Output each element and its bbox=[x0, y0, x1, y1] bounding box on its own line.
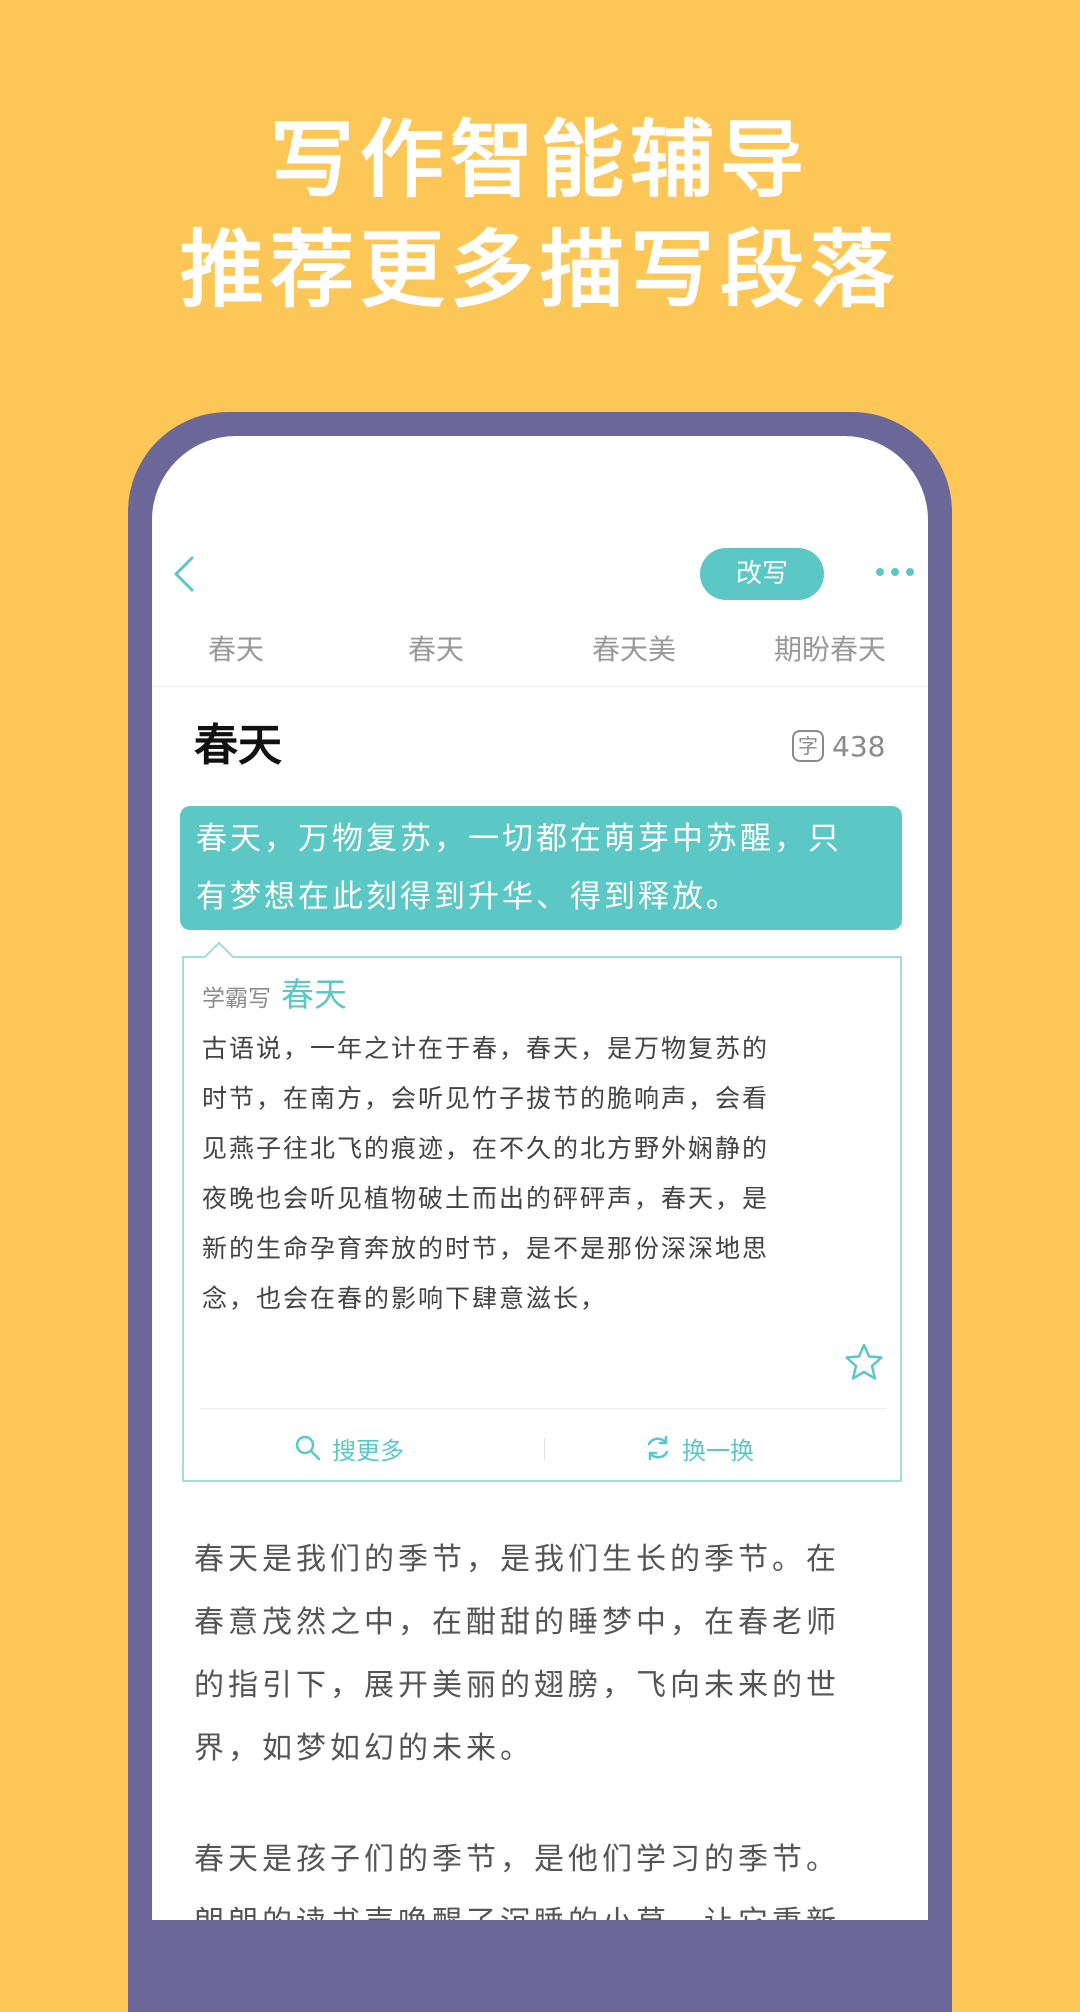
swap-button[interactable]: 换一换 bbox=[644, 1428, 754, 1468]
related-tabs: 春天 春天 春天美 期盼春天 bbox=[152, 628, 928, 687]
star-icon[interactable] bbox=[844, 1342, 884, 1382]
rewrite-button[interactable]: 改写 bbox=[700, 548, 824, 600]
suggestion-line: 古语说，一年之计在于春，春天，是万物复苏的 bbox=[202, 1034, 770, 1063]
highlight-line: 有梦想在此刻得到升华、得到释放。 bbox=[196, 879, 740, 915]
paragraph-line: 春意茂然之中，在酣甜的睡梦中，在春老师 bbox=[194, 1605, 840, 1640]
paragraph-line: 春天是我们的季节，是我们生长的季节。在 bbox=[194, 1542, 840, 1577]
promo-headline: 写作智能辅导 推荐更多描写段落 bbox=[0, 105, 1080, 325]
card-source: 学霸写 春天 bbox=[202, 972, 347, 1024]
card-divider bbox=[200, 1408, 886, 1409]
word-count: 字 438 bbox=[792, 726, 885, 766]
paragraph-line: 春天是孩子们的季节，是他们学习的季节。 bbox=[194, 1842, 840, 1877]
headline-line-1: 写作智能辅导 bbox=[269, 111, 810, 209]
article-paragraph-1: 春天是我们的季节，是我们生长的季节。在 春意茂然之中，在酣甜的睡梦中，在春老师 … bbox=[194, 1528, 894, 1780]
suggestion-line: 念，也会在春的影响下肆意滋长， bbox=[202, 1284, 608, 1313]
suggestion-line: 新的生命孕育奔放的时节，是不是那份深深地思 bbox=[202, 1234, 770, 1263]
paragraph-line: 界，如梦如幻的未来。 bbox=[194, 1731, 534, 1766]
article-paragraph-2: 春天是孩子们的季节，是他们学习的季节。 朗朗的读书声唤醒了沉睡的小草，让它重新 bbox=[194, 1828, 894, 1920]
refresh-icon bbox=[644, 1434, 672, 1462]
word-count-icon: 字 bbox=[792, 730, 824, 762]
search-icon bbox=[294, 1434, 322, 1462]
tab-related-1[interactable]: 春天 bbox=[152, 628, 334, 672]
phone-screen: 改写 春天 春天 春天美 期盼春天 春天 字 438 春天，万物复苏，一切都在萌… bbox=[152, 436, 928, 1920]
swap-label: 换一换 bbox=[682, 1436, 754, 1465]
source-label: 学霸写 bbox=[202, 986, 271, 1012]
suggestion-line: 夜晚也会听见植物破土而出的砰砰声，春天，是 bbox=[202, 1184, 770, 1213]
suggestion-line: 时节，在南方，会听见竹子拔节的脆响声，会看 bbox=[202, 1084, 770, 1113]
action-separator bbox=[544, 1438, 545, 1460]
headline-line-2: 推荐更多描写段落 bbox=[179, 221, 900, 319]
tab-related-3[interactable]: 春天美 bbox=[536, 628, 732, 672]
card-pointer bbox=[203, 941, 235, 973]
highlight-line: 春天，万物复苏，一切都在萌芽中苏醒，只 bbox=[196, 821, 842, 857]
suggestion-card: 学霸写 春天 古语说，一年之计在于春，春天，是万物复苏的 时节，在南方，会听见竹子… bbox=[182, 941, 902, 1482]
search-more-button[interactable]: 搜更多 bbox=[294, 1428, 404, 1468]
paragraph-line: 的指引下，展开美丽的翅膀，飞向未来的世 bbox=[194, 1668, 840, 1703]
more-icon[interactable] bbox=[874, 562, 916, 582]
word-count-value: 438 bbox=[832, 729, 886, 763]
article-title: 春天 bbox=[194, 720, 282, 771]
search-more-label: 搜更多 bbox=[332, 1436, 404, 1465]
highlighted-sentence[interactable]: 春天，万物复苏，一切都在萌芽中苏醒，只 有梦想在此刻得到升华、得到释放。 bbox=[180, 806, 902, 930]
paragraph-line: 朗朗的读书声唤醒了沉睡的小草，让它重新 bbox=[194, 1891, 894, 1920]
tab-related-2[interactable]: 春天 bbox=[338, 628, 534, 672]
suggestion-line: 见燕子往北飞的痕迹，在不久的北方野外娴静的 bbox=[202, 1134, 770, 1163]
tab-related-4[interactable]: 期盼春天 bbox=[732, 628, 928, 672]
back-icon[interactable] bbox=[168, 552, 198, 596]
suggestion-text: 古语说，一年之计在于春，春天，是万物复苏的 时节，在南方，会听见竹子拔节的脆响声… bbox=[202, 1024, 884, 1324]
source-topic: 春天 bbox=[281, 975, 347, 1014]
